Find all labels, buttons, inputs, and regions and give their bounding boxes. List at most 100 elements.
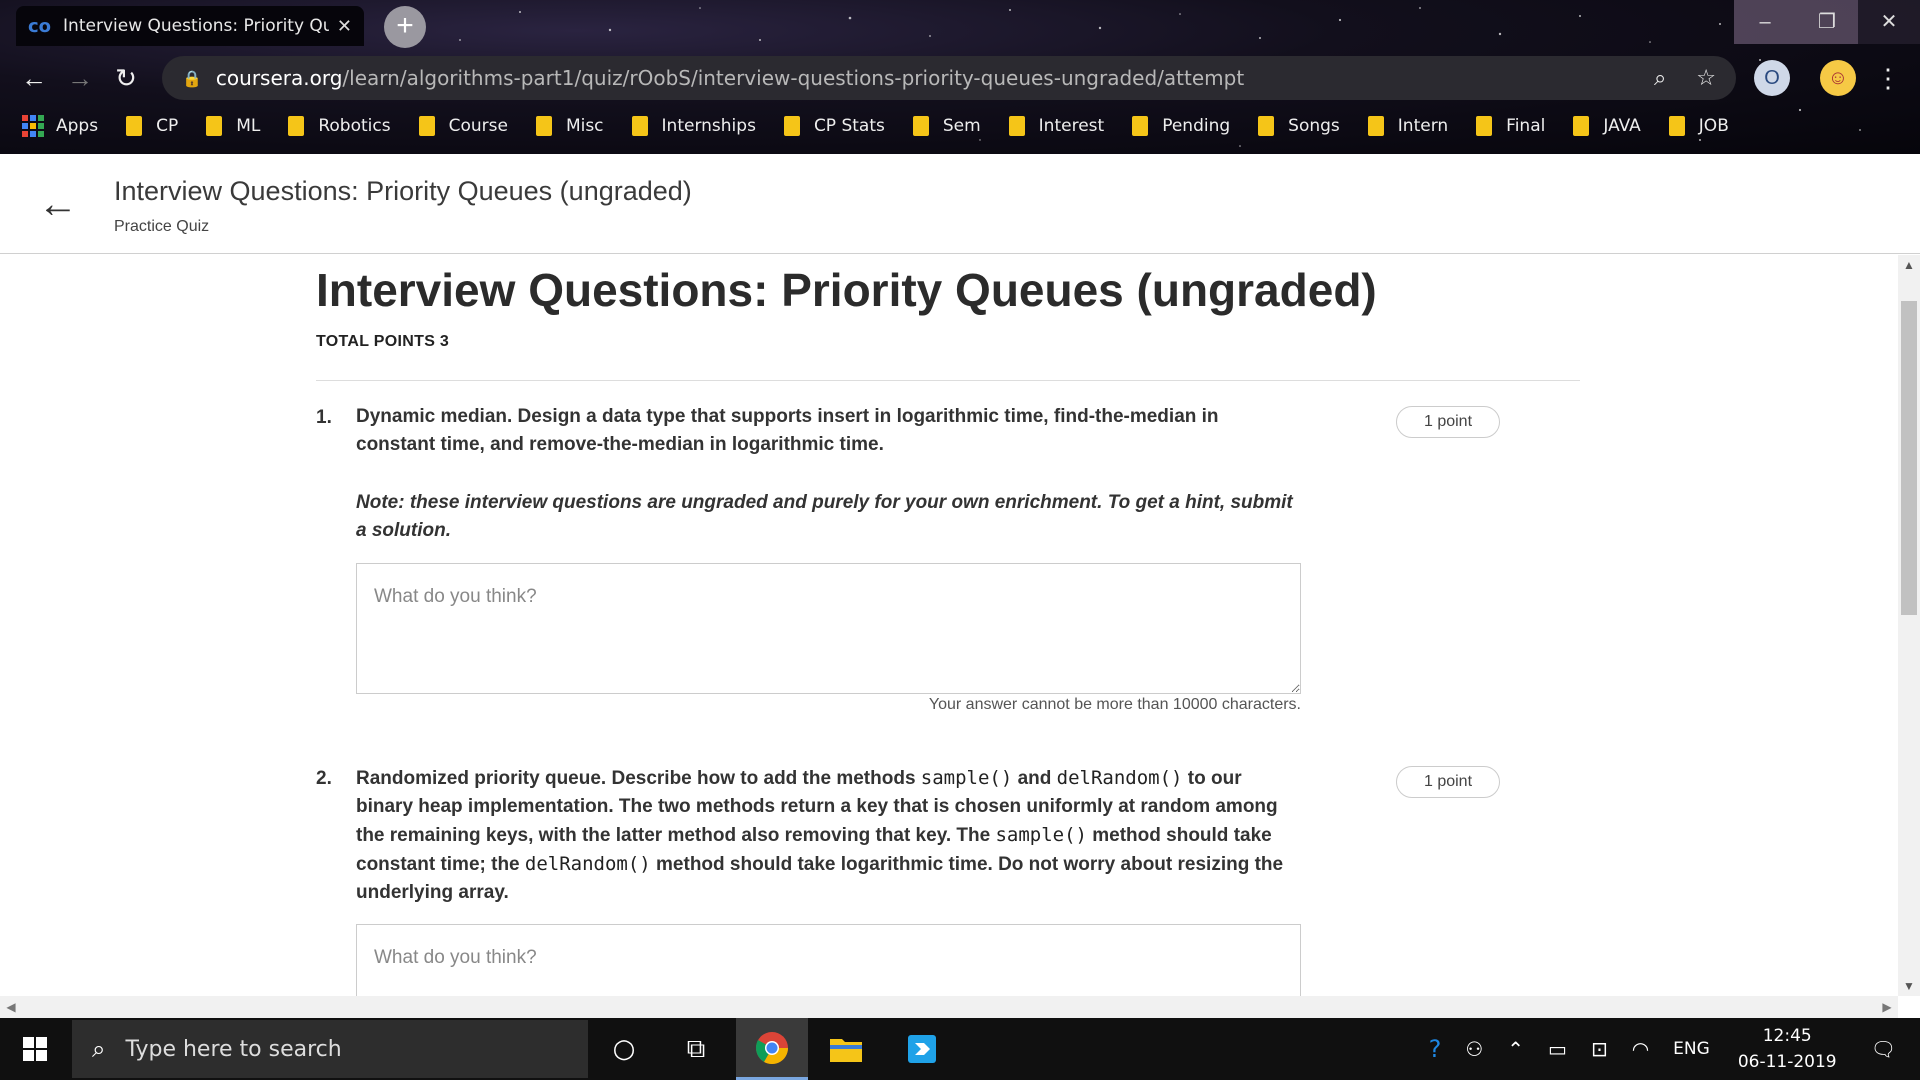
- bookmark-label: Pending: [1162, 116, 1231, 136]
- question-text: Randomized priority queue. Describe how …: [356, 764, 1296, 907]
- people-icon[interactable]: ⚇: [1465, 1037, 1483, 1061]
- bookmark-label: Misc: [565, 116, 604, 136]
- battery-icon[interactable]: ▭: [1548, 1037, 1567, 1061]
- address-bar[interactable]: 🔒 coursera.org/learn/algorithms-part1/qu…: [162, 56, 1736, 100]
- restore-button[interactable]: ❐: [1796, 0, 1858, 44]
- folder-icon: [1367, 116, 1384, 136]
- taskbar: ⌕ Type here to search ○ ⧉ ? ⚇ ⌃ ▭ ⊡ ◠ EN…: [0, 1018, 1920, 1080]
- minimize-button[interactable]: –: [1734, 0, 1796, 44]
- bookmark-folder-cp[interactable]: CP: [126, 116, 178, 136]
- code-delrandom: delRandom(): [524, 853, 651, 875]
- folder-icon: [631, 116, 648, 136]
- bookmark-apps[interactable]: Apps: [22, 115, 98, 137]
- scroll-down-icon[interactable]: ▼: [1898, 976, 1920, 996]
- folder-icon: [418, 116, 435, 136]
- scrollbar-thumb[interactable]: [1901, 301, 1917, 615]
- code-sample: sample(): [920, 767, 1013, 789]
- bookmark-folder-robotics[interactable]: Robotics: [288, 116, 391, 136]
- task-view-icon[interactable]: ⧉: [660, 1018, 732, 1080]
- new-tab-button[interactable]: +: [384, 6, 426, 48]
- close-tab-icon[interactable]: ✕: [337, 16, 352, 37]
- taskbar-search[interactable]: ⌕ Type here to search: [72, 1020, 588, 1078]
- bookmark-label: Intern: [1397, 116, 1449, 136]
- bookmark-folder-ml[interactable]: ML: [206, 116, 260, 136]
- bookmark-folder-java[interactable]: JAVA: [1573, 116, 1641, 136]
- scroll-right-icon[interactable]: ▶: [1876, 996, 1898, 1018]
- reload-icon[interactable]: ↻: [108, 60, 144, 96]
- page-title: Interview Questions: Priority Queues (un…: [316, 264, 1377, 316]
- help-icon[interactable]: ?: [1429, 1035, 1442, 1063]
- lock-icon: 🔒: [182, 68, 202, 88]
- notifications-icon[interactable]: 🗨: [1871, 1037, 1896, 1061]
- chrome-taskbar-icon[interactable]: [736, 1018, 808, 1080]
- file-explorer-icon[interactable]: [810, 1018, 882, 1080]
- menu-dots-icon[interactable]: ⋮: [1870, 60, 1906, 96]
- url-host: coursera.org: [215, 66, 343, 90]
- app-taskbar-icon[interactable]: [886, 1018, 958, 1080]
- bookmark-folder-intern[interactable]: Intern: [1367, 116, 1449, 136]
- profile-avatar-icon[interactable]: ☺: [1820, 60, 1856, 96]
- tab-title: Interview Questions: Priority Que: [63, 16, 329, 36]
- scroll-up-icon[interactable]: ▲: [1898, 255, 1920, 275]
- folder-icon: [288, 116, 305, 136]
- forward-icon[interactable]: →: [62, 60, 98, 96]
- wifi-icon[interactable]: ◠: [1632, 1037, 1649, 1061]
- close-window-button[interactable]: ✕: [1858, 0, 1920, 44]
- question-text: Dynamic median. Design a data type that …: [356, 406, 1219, 455]
- scroll-left-icon[interactable]: ◀: [0, 996, 22, 1018]
- bookmark-folder-pending[interactable]: Pending: [1132, 116, 1230, 136]
- question-note: Note: these interview questions are ungr…: [356, 492, 1293, 541]
- folder-icon: [126, 116, 143, 136]
- cortana-icon[interactable]: ○: [588, 1018, 660, 1080]
- bookmark-folder-sem[interactable]: Sem: [912, 116, 981, 136]
- back-arrow-icon[interactable]: ←: [38, 184, 78, 224]
- back-icon[interactable]: ←: [16, 60, 52, 96]
- clock[interactable]: 12:45 06-11-2019: [1738, 1023, 1837, 1075]
- browser-tab[interactable]: co Interview Questions: Priority Que ✕: [16, 6, 364, 46]
- bookmark-folder-final[interactable]: Final: [1476, 116, 1545, 136]
- bookmark-star-icon[interactable]: ☆: [1696, 66, 1716, 91]
- navigation-bar: ← → ↻ 🔒 coursera.org/learn/algorithms-pa…: [0, 56, 1920, 100]
- show-hidden-icons-icon[interactable]: ⌃: [1507, 1037, 1524, 1061]
- extension-icon[interactable]: O: [1754, 60, 1790, 96]
- zoom-icon[interactable]: ⌕: [1654, 66, 1666, 91]
- bookmark-label: CP: [156, 116, 179, 136]
- quiz-header: ← Interview Questions: Priority Queues (…: [0, 154, 1920, 254]
- action-app-icon[interactable]: ⊡: [1591, 1037, 1608, 1061]
- answer-textarea[interactable]: [356, 924, 1301, 996]
- folder-icon: [830, 1039, 862, 1062]
- coursera-icon: co: [28, 15, 52, 37]
- bookmark-folder-misc[interactable]: Misc: [535, 116, 604, 136]
- folder-icon: [1476, 116, 1493, 136]
- bookmark-label: Apps: [56, 116, 99, 136]
- url-path: /learn/algorithms-part1/quiz/rOobS/inter…: [342, 66, 1245, 90]
- bookmark-folder-job[interactable]: JOB: [1668, 116, 1729, 136]
- bookmark-folder-songs[interactable]: Songs: [1258, 116, 1340, 136]
- horizontal-scrollbar[interactable]: ◀ ▶: [0, 996, 1898, 1018]
- bookmark-label: Final: [1506, 116, 1546, 136]
- folder-icon: [783, 116, 800, 136]
- bookmark-label: CP Stats: [813, 116, 885, 136]
- answer-textarea[interactable]: [356, 563, 1301, 694]
- bookmark-label: Robotics: [318, 116, 391, 136]
- bookmark-folder-course[interactable]: Course: [418, 116, 508, 136]
- bookmark-label: Course: [448, 116, 508, 136]
- search-placeholder: Type here to search: [125, 1036, 342, 1062]
- bookmark-label: ML: [236, 116, 261, 136]
- start-button[interactable]: [0, 1018, 70, 1080]
- code-delrandom: delRandom(): [1056, 767, 1183, 789]
- language-indicator[interactable]: ENG: [1673, 1039, 1710, 1059]
- apps-grid-icon: [22, 115, 44, 137]
- vertical-scrollbar[interactable]: ▲ ▼: [1898, 255, 1920, 996]
- bookmarks-bar: Apps CP ML Robotics Course Misc Internsh…: [0, 110, 1920, 142]
- browser-chrome: co Interview Questions: Priority Que ✕ +…: [0, 0, 1920, 154]
- bookmark-label: JOB: [1698, 116, 1729, 136]
- bookmark-folder-internships[interactable]: Internships: [631, 116, 756, 136]
- bookmark-label: Internships: [661, 116, 756, 136]
- bookmark-label: Interest: [1038, 116, 1105, 136]
- question-number: 1.: [316, 407, 332, 428]
- points-badge: 1 point: [1396, 406, 1500, 438]
- bookmark-folder-cp-stats[interactable]: CP Stats: [783, 116, 885, 136]
- divider: [316, 380, 1580, 381]
- bookmark-folder-interest[interactable]: Interest: [1008, 116, 1105, 136]
